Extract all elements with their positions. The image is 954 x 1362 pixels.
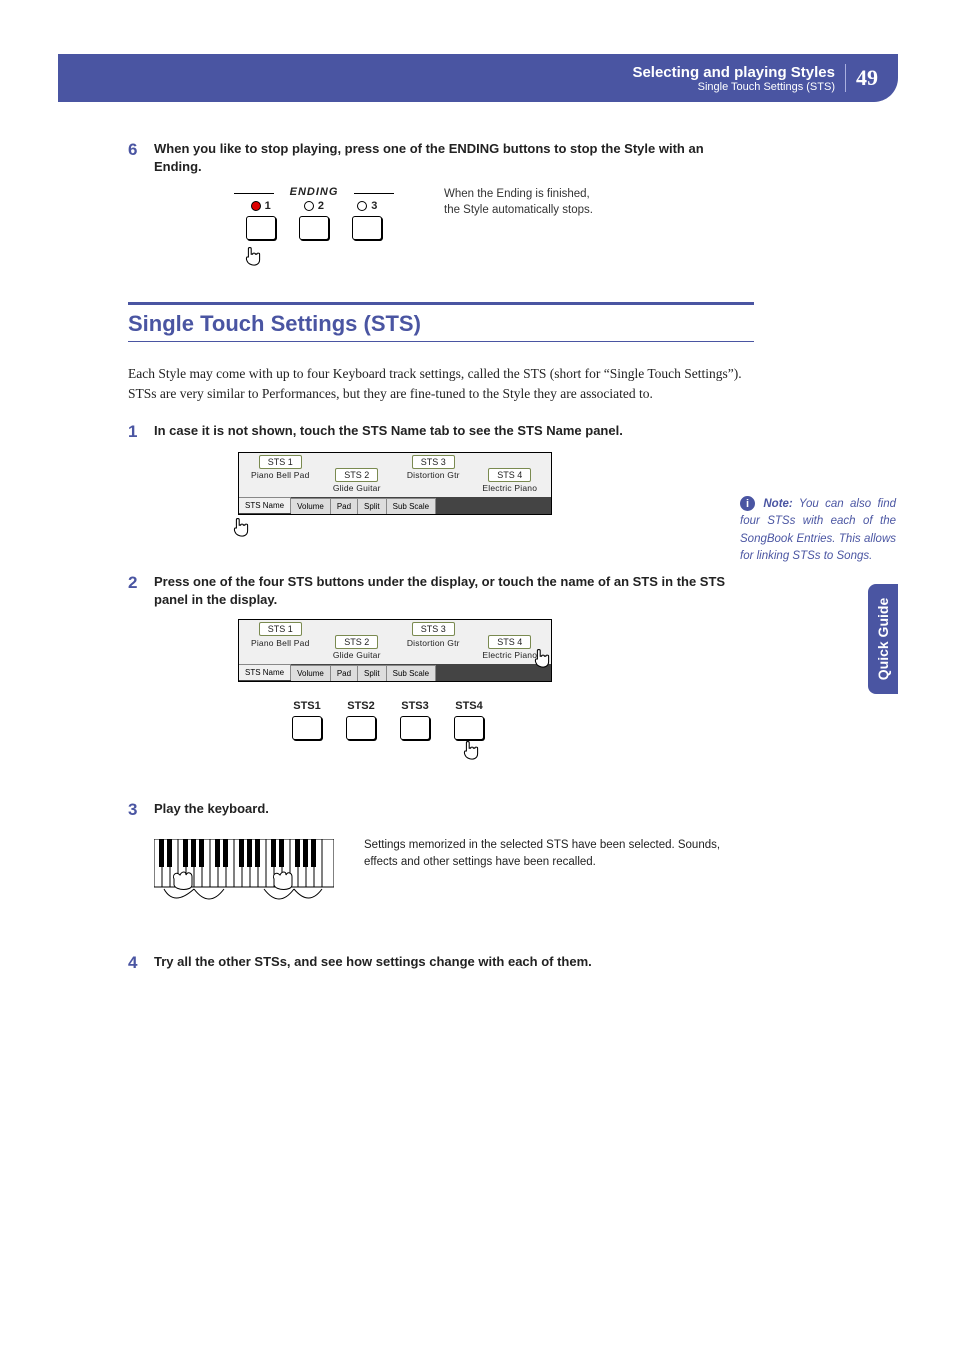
sts-button-3	[400, 716, 430, 740]
section-rule	[128, 302, 754, 305]
sts-screen-figure-2: STS 1 STS 3 Piano Bell Pad STS 2 Distort…	[238, 619, 552, 682]
side-note: i Note: You can also find four STSs with…	[740, 496, 896, 565]
hand-pointer-icon	[458, 736, 486, 766]
ending-button-3	[352, 216, 382, 240]
ending-button-2	[299, 216, 329, 240]
hand-pointer-icon	[529, 644, 557, 674]
section-intro: Each Style may come with up to four Keyb…	[128, 364, 754, 403]
step-2: 2 Press one of the four STS buttons unde…	[128, 573, 754, 609]
side-tab-quick-guide: Quick Guide	[868, 584, 898, 694]
header-subtitle: Single Touch Settings (STS)	[632, 81, 835, 93]
keyboard-figure	[154, 839, 334, 913]
section-heading: Single Touch Settings (STS)	[128, 311, 754, 337]
sts-hardware-buttons: STS1 STS2 STS3 STS4	[238, 700, 538, 766]
sts-screen-figure-1: STS 1 STS 3 Piano Bell Pad STS 2 Distort…	[238, 452, 552, 515]
hand-pointer-icon	[228, 513, 256, 543]
hand-pointer-icon	[240, 242, 268, 272]
led-1-icon	[251, 201, 261, 211]
keyboard-caption: Settings memorized in the selected STS h…	[364, 837, 754, 913]
ending-caption: When the Ending is finished, the Style a…	[444, 186, 604, 218]
sts-tab-strip: STS Name Volume Pad Split Sub Scale	[239, 497, 551, 514]
sts-button-1	[292, 716, 322, 740]
header-title: Selecting and playing Styles	[632, 64, 835, 81]
step-6: 6 When you like to stop playing, press o…	[128, 140, 754, 176]
page-number: 49	[845, 64, 878, 92]
step-3: 3 Play the keyboard.	[128, 800, 754, 820]
info-icon: i	[740, 496, 755, 511]
page-header: Selecting and playing Styles Single Touc…	[58, 54, 898, 102]
led-3-icon	[357, 201, 367, 211]
step-4: 4 Try all the other STSs, and see how se…	[128, 953, 754, 973]
ending-panel-figure: ENDING 1 2 3	[234, 186, 394, 272]
ending-button-1	[246, 216, 276, 240]
sts-button-2	[346, 716, 376, 740]
led-2-icon	[304, 201, 314, 211]
step-1: 1 In case it is not shown, touch the STS…	[128, 422, 754, 442]
